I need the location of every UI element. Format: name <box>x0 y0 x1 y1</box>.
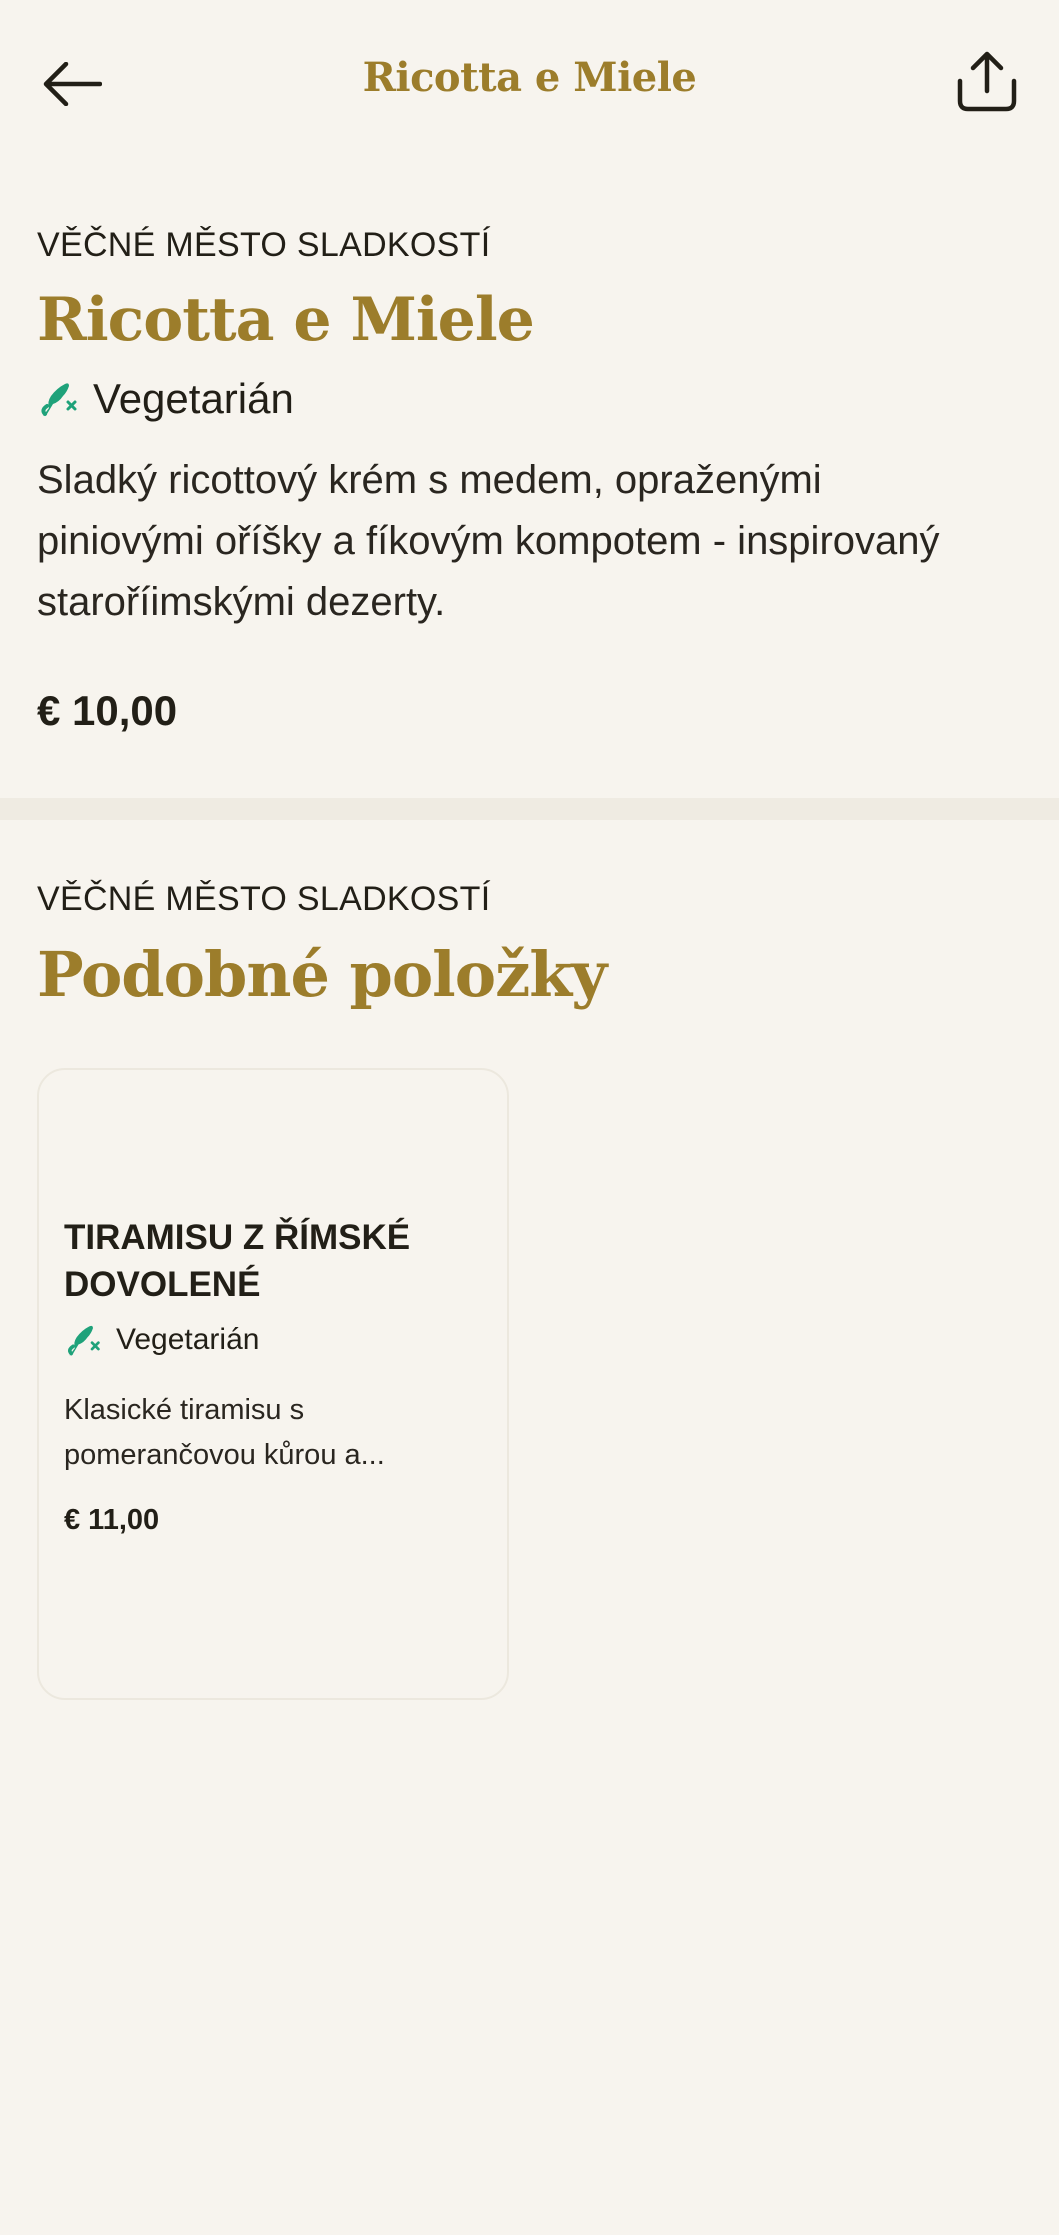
vegetarian-icon <box>64 1321 102 1359</box>
similar-category: VĚČNÉ MĚSTO SLADKOSTÍ <box>37 880 491 918</box>
item-price: € 10,00 <box>37 687 178 734</box>
card-item-description: Klasické tiramisu s pomerančovou kůrou a… <box>64 1394 385 1471</box>
card-diet-label: Vegetarián <box>116 1323 260 1356</box>
card-item-name: TIRAMISU Z ŘÍMSKÉ DOVOLENÉ <box>64 1218 411 1304</box>
card-diet-tag: Vegetarián <box>64 1320 484 1360</box>
share-icon <box>957 51 1017 112</box>
section-divider <box>0 798 1059 820</box>
diet-label: Vegetarián <box>93 375 294 422</box>
similar-title: Podobné položky <box>37 938 607 1011</box>
similar-item-card[interactable]: TIRAMISU Z ŘÍMSKÉ DOVOLENÉ Vegetarián Kl… <box>37 1068 509 1700</box>
item-detail: VĚČNÉ MĚSTO SLADKOSTÍ Ricotta e Miele Ve… <box>37 222 1027 735</box>
diet-tag: Vegetarián <box>37 374 1027 424</box>
item-description: Sladký ricottový krém s medem, opraženým… <box>37 458 940 624</box>
item-name: Ricotta e Miele <box>37 285 535 355</box>
card-item-price: € 11,00 <box>64 1504 160 1536</box>
item-category: VĚČNÉ MĚSTO SLADKOSTÍ <box>37 226 491 264</box>
vegetarian-icon <box>37 378 79 420</box>
app-header: Ricotta e Miele <box>0 0 1059 168</box>
page-title: Ricotta e Miele <box>362 54 697 101</box>
share-button[interactable] <box>951 46 1023 118</box>
similar-items-section: VĚČNÉ MĚSTO SLADKOSTÍ Podobné položky <box>37 876 1027 1014</box>
